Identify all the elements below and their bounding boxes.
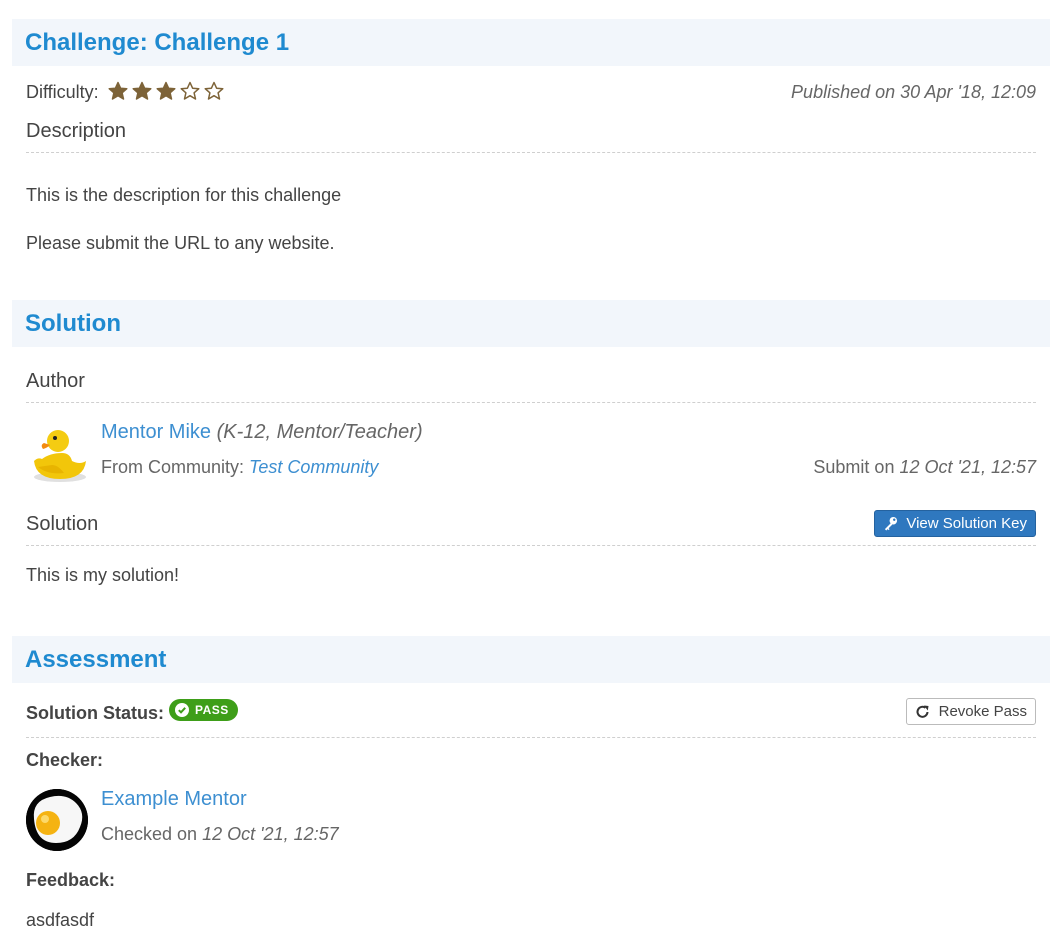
difficulty-row: Difficulty: <box>26 81 224 103</box>
challenge-header: Challenge: Challenge 1 <box>12 19 1050 66</box>
star-empty-icon <box>204 81 224 101</box>
community-label: From Community: <box>101 457 245 477</box>
difficulty-label: Difficulty: <box>26 82 99 102</box>
star-filled-icon <box>132 81 152 101</box>
status-label: Solution Status: <box>26 703 164 723</box>
revoke-pass-button[interactable]: Revoke Pass <box>905 698 1036 725</box>
submit-line: Submit on 12 Oct '21, 12:57 <box>813 457 1036 478</box>
checker-label: Checker: <box>26 750 104 770</box>
revoke-pass-label: Revoke Pass <box>938 703 1027 720</box>
description-heading: Description <box>26 120 127 142</box>
checked-date: 12 Oct '21, 12:57 <box>202 824 339 844</box>
feedback-text: asdfasdf <box>26 910 95 930</box>
key-icon <box>885 516 898 531</box>
solution-header: Solution <box>12 300 1050 347</box>
community-line: From Community: Test Community <box>101 457 378 478</box>
view-solution-key-button[interactable]: View Solution Key <box>874 510 1036 537</box>
rubber-duck-avatar-icon[interactable] <box>28 423 90 485</box>
submit-label: Submit on <box>813 457 895 477</box>
published-date: Published on 30 Apr '18, 12:09 <box>791 82 1036 102</box>
checker-name-link[interactable]: Example Mentor <box>101 788 247 811</box>
checked-line: Checked on 12 Oct '21, 12:57 <box>101 824 339 845</box>
check-circle-icon <box>175 703 190 717</box>
description-line: Please submit the URL to any website. <box>26 233 335 253</box>
star-empty-icon <box>180 81 200 101</box>
fried-egg-avatar-icon[interactable] <box>26 789 88 851</box>
author-line: Mentor Mike (K-12, Mentor/Teacher) <box>101 421 423 444</box>
author-heading: Author <box>26 370 85 392</box>
author-role: (K-12, Mentor/Teacher) <box>216 421 423 443</box>
feedback-label: Feedback: <box>26 870 116 890</box>
author-name-link[interactable]: Mentor Mike <box>101 421 211 443</box>
solution-title: Solution <box>25 309 121 337</box>
star-filled-icon <box>156 81 176 101</box>
difficulty-stars <box>108 81 224 101</box>
challenge-title: Challenge: Challenge 1 <box>25 28 290 56</box>
status-row: Solution Status: PASS <box>26 699 238 724</box>
divider <box>26 737 1036 738</box>
status-badge-text: PASS <box>195 703 229 717</box>
assessment-title: Assessment <box>25 645 167 673</box>
checked-label: Checked on <box>101 824 198 844</box>
divider <box>26 402 1036 403</box>
divider <box>26 545 1036 546</box>
description-line: This is the description for this challen… <box>26 185 342 205</box>
assessment-header: Assessment <box>12 636 1050 683</box>
community-link[interactable]: Test Community <box>249 457 378 477</box>
divider <box>26 152 1036 153</box>
star-filled-icon <box>108 81 128 101</box>
solution-text: This is my solution! <box>26 565 180 585</box>
submit-date: 12 Oct '21, 12:57 <box>899 457 1036 477</box>
solution-heading: Solution <box>26 513 99 535</box>
redo-icon <box>916 705 929 718</box>
view-solution-key-label: View Solution Key <box>906 515 1027 532</box>
status-badge: PASS <box>169 699 238 721</box>
